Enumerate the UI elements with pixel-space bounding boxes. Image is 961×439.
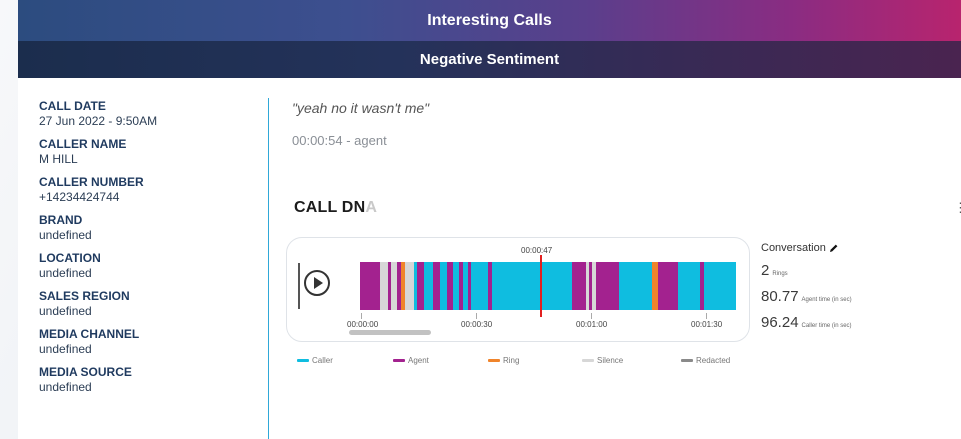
timeline-segment-agent	[360, 262, 380, 310]
tick-label: 00:01:00	[576, 320, 608, 329]
rings-value: 2	[761, 262, 770, 279]
field-value: undefined	[39, 228, 92, 242]
rings-stat: 2 Rings	[761, 262, 951, 280]
media-channel-field: MEDIA CHANNEL undefined	[39, 327, 259, 357]
legend-silence: Silence	[582, 356, 623, 365]
timeline-segment-caller	[471, 262, 488, 310]
media-source-field: MEDIA SOURCE undefined	[39, 365, 259, 395]
conversation-title: Conversation	[761, 242, 951, 254]
legend-swatch	[393, 359, 405, 363]
caller-time-stat: 96.24 Caller time (in sec)	[761, 314, 951, 332]
legend-label: Agent	[408, 356, 429, 365]
legend-swatch	[297, 359, 309, 363]
call-details: CALL DATE 27 Jun 2022 - 9:50AM CALLER NA…	[39, 99, 259, 403]
caller-name-field: CALLER NAME M HILL	[39, 137, 259, 167]
timeline-scrollbar[interactable]	[349, 330, 431, 335]
field-label: MEDIA SOURCE	[39, 365, 132, 379]
field-value: +14234424744	[39, 190, 120, 204]
call-dna-title-main: CALL DN	[294, 199, 366, 216]
field-value: undefined	[39, 342, 92, 356]
tick-mark	[476, 313, 477, 319]
legend-label: Ring	[503, 356, 520, 365]
conversation-summary: Conversation 2 Rings 80.77 Agent time (in …	[761, 242, 951, 332]
legend-agent: Agent	[393, 356, 429, 365]
field-label: CALLER NUMBER	[39, 175, 144, 189]
field-value: 27 Jun 2022 - 9:50AM	[39, 114, 158, 128]
timeline-segment-agent	[433, 262, 440, 310]
pencil-icon[interactable]	[829, 243, 839, 253]
conversation-label: Conversation	[761, 242, 826, 254]
timeline-segment-caller	[619, 262, 652, 310]
timeline-segment-caller	[678, 262, 700, 310]
playhead-marker[interactable]	[540, 255, 542, 317]
field-label: CALLER NAME	[39, 137, 127, 151]
tick-mark	[591, 313, 592, 319]
transcript-quote: "yeah no it wasn't me"	[292, 100, 430, 116]
call-dna-title: CALL DNA	[294, 199, 377, 217]
legend-swatch	[681, 359, 693, 363]
brand-field: BRAND undefined	[39, 213, 259, 243]
tick-label: 00:00:00	[347, 320, 379, 329]
field-value: undefined	[39, 380, 92, 394]
timeline-segment-agent	[658, 262, 678, 310]
column-divider	[268, 98, 269, 439]
field-value: undefined	[39, 266, 92, 280]
field-label: SALES REGION	[39, 289, 130, 303]
timeline-segment-agent	[417, 262, 424, 310]
player-divider	[298, 263, 300, 309]
sales-region-field: SALES REGION undefined	[39, 289, 259, 319]
rings-label: Rings	[772, 271, 788, 277]
timeline-segment-caller	[424, 262, 433, 310]
legend-ring: Ring	[488, 356, 519, 365]
tick-label: 00:00:30	[461, 320, 493, 329]
legend-label: Caller	[312, 356, 333, 365]
timeline-segment-silence	[380, 262, 388, 310]
timeline-segment-agent	[572, 262, 586, 310]
play-icon[interactable]	[304, 270, 330, 296]
playhead-time: 00:00:47	[521, 246, 553, 255]
call-date-field: CALL DATE 27 Jun 2022 - 9:50AM	[39, 99, 259, 129]
page-subtitle: Negative Sentiment	[18, 41, 961, 78]
location-field: LOCATION undefined	[39, 251, 259, 281]
call-dna-title-faded: A	[365, 199, 378, 216]
caller-number-field: CALLER NUMBER +14234424744	[39, 175, 259, 205]
transcript-timestamp: 00:00:54 - agent	[292, 133, 387, 148]
timeline-segment-agent	[596, 262, 619, 310]
timeline-segment-caller	[492, 262, 572, 310]
caller-time-value: 96.24	[761, 314, 799, 331]
legend-label: Redacted	[696, 356, 731, 365]
legend-swatch	[582, 359, 594, 363]
caller-time-label: Caller time (in sec)	[801, 323, 852, 329]
tick-mark	[361, 313, 362, 319]
legend-label: Silence	[597, 356, 624, 365]
page-title: Interesting Calls	[18, 0, 961, 41]
timeline-segment-agent	[700, 262, 704, 310]
timeline-segment-silence	[405, 262, 414, 310]
tick-label: 00:01:30	[691, 320, 723, 329]
field-label: BRAND	[39, 213, 83, 227]
overflow-icon[interactable]: ⋮	[954, 200, 961, 216]
agent-time-stat: 80.77 Agent time (in sec)	[761, 288, 951, 306]
field-label: MEDIA CHANNEL	[39, 327, 140, 341]
agent-time-label: Agent time (in sec)	[801, 297, 852, 303]
legend-caller: Caller	[297, 356, 333, 365]
field-label: CALL DATE	[39, 99, 106, 113]
field-value: M HILL	[39, 152, 78, 166]
call-timeline[interactable]	[360, 262, 736, 310]
timeline-segment-caller	[440, 262, 447, 310]
field-label: LOCATION	[39, 251, 101, 265]
legend-redacted: Redacted	[681, 356, 730, 365]
legend-swatch	[488, 359, 500, 363]
tick-mark	[706, 313, 707, 319]
agent-time-value: 80.77	[761, 288, 799, 305]
field-value: undefined	[39, 304, 92, 318]
